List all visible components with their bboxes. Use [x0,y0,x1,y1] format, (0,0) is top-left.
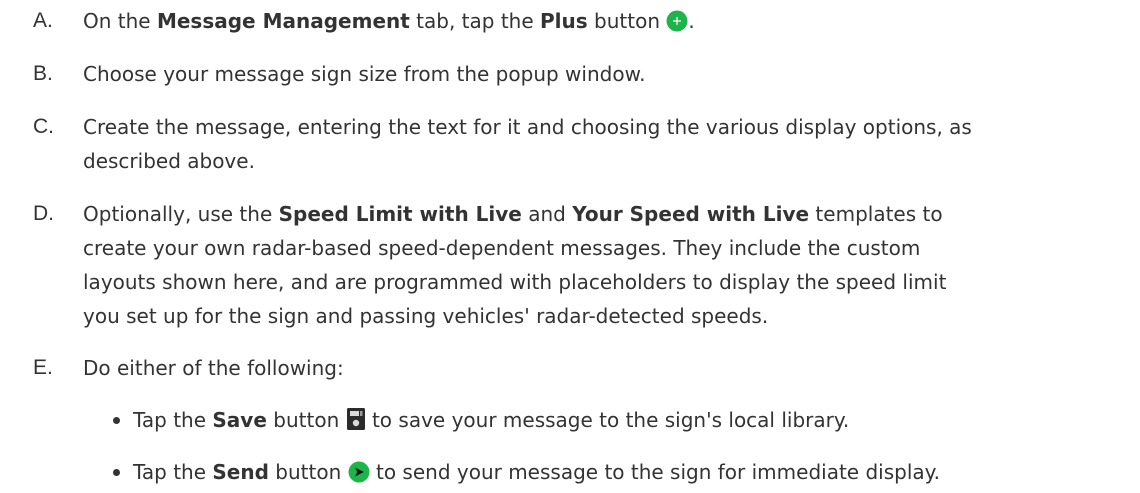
step-text: On the Message Management tab, tap the P… [83,4,1138,42]
bullet-text: Tap the Send button to send your message… [133,455,1138,493]
button-name: Send [212,460,269,484]
step-marker: D. [33,202,54,225]
save-icon [346,407,366,441]
template-name: Speed Limit with Live [278,202,522,226]
tab-name: Message Management [156,9,410,33]
step-marker: B. [33,62,53,85]
step-marker: C. [33,115,54,138]
template-name: Your Speed with Live [572,202,810,226]
step-marker: E. [33,356,53,379]
bullet-text: Tap the Save button to save your message… [133,403,1138,441]
instruction-document: A. On the Message Management tab, tap th… [0,0,1140,493]
step-text: Optionally, use the Speed Limit with Liv… [83,202,947,328]
step-text: Do either of the following: [83,356,344,380]
bullet-dot [113,417,120,424]
step-text: Choose your message sign size from the p… [83,62,646,86]
bullet-dot [113,469,120,476]
button-name: Save [212,408,267,432]
step-marker: A. [33,9,53,32]
button-name: Plus [540,9,588,33]
step-text: Create the message, entering the text fo… [83,115,972,173]
plus-icon [666,8,688,42]
send-icon [348,459,370,493]
